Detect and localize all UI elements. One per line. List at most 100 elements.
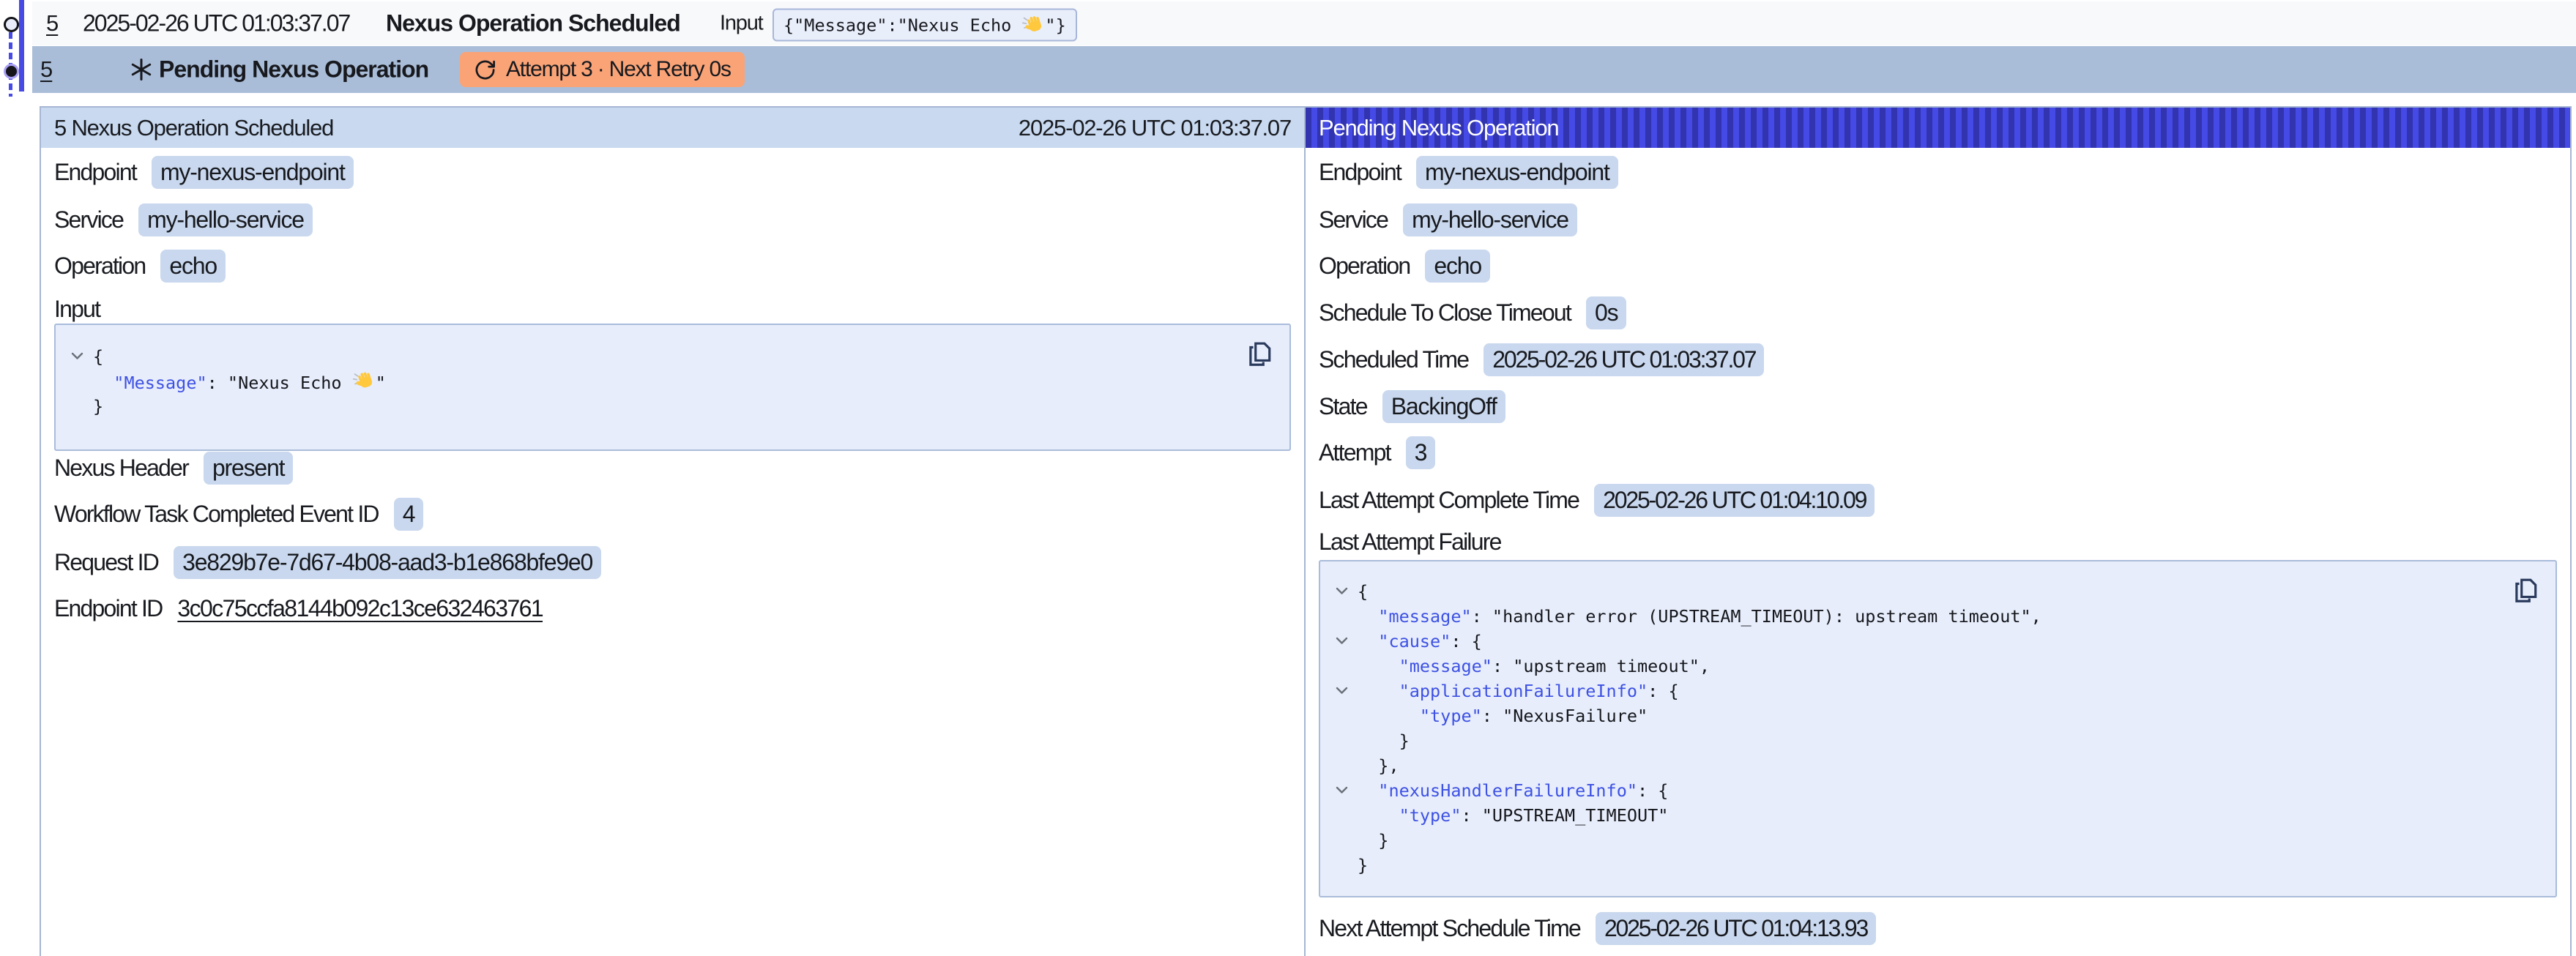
retry-refresh-icon xyxy=(474,59,496,81)
field-label: Last Attempt Complete Time xyxy=(1319,487,1579,514)
code-line: "applicationFailureInfo": { xyxy=(1320,679,2555,703)
right-panel-header: Pending Nexus Operation xyxy=(1306,108,2570,148)
field-label: Schedule To Close Timeout xyxy=(1319,299,1571,326)
copy-button[interactable] xyxy=(2511,577,2540,606)
field-label: Next Attempt Schedule Time xyxy=(1319,915,1580,942)
field-label: Last Attempt Failure xyxy=(1319,529,1501,556)
pending-asterisk-icon xyxy=(130,59,152,81)
code-line: "cause": { xyxy=(1320,629,2555,654)
event-row-pending[interactable]: 5 Pending Nexus Operation Attempt 3 · Ne… xyxy=(32,46,2576,93)
panel-pending-nexus-operation: Pending Nexus Operation Endpoint my-nexu… xyxy=(1304,106,2572,956)
field-value-badge: 4 xyxy=(394,498,424,531)
field-state: State BackingOff xyxy=(1319,390,1505,422)
field-label: Nexus Header xyxy=(54,455,188,482)
code-line: } xyxy=(1320,728,2555,753)
field-task-completed-event-id: Workflow Task Completed Event ID 4 xyxy=(54,498,423,530)
field-label: Service xyxy=(1319,206,1388,234)
event-input-label: Input xyxy=(720,12,763,36)
retry-badge-text: Attempt 3 · Next Retry 0s xyxy=(506,57,731,82)
copy-button[interactable] xyxy=(1245,340,1274,370)
code-line: "message": "upstream timeout", xyxy=(1320,654,2555,679)
field-value-badge: present xyxy=(204,452,293,485)
retry-badge: Attempt 3 · Next Retry 0s xyxy=(460,52,745,87)
field-value-badge: 2025-02-26 UTC 01:03:37.07 xyxy=(1484,343,1764,376)
left-panel-timestamp: 2025-02-26 UTC 01:03:37.07 xyxy=(1019,115,1291,141)
field-label: Scheduled Time xyxy=(1319,346,1468,373)
field-label: Operation xyxy=(1319,253,1410,280)
event-timestamp: 2025-02-26 UTC 01:03:37.07 xyxy=(83,10,349,37)
field-attempt: Attempt 3 xyxy=(1319,436,1435,468)
field-value-badge: echo xyxy=(160,250,226,283)
code-line: "type": "NexusFailure" xyxy=(1320,703,2555,728)
left-panel-title: 5 Nexus Operation Scheduled xyxy=(54,115,333,141)
code-line: "message": "handler error (UPSTREAM_TIME… xyxy=(1320,604,2555,629)
field-value-badge: my-nexus-endpoint xyxy=(152,156,354,189)
event-row-scheduled[interactable]: 5 2025-02-26 UTC 01:03:37.07 Nexus Opera… xyxy=(32,1,2576,45)
code-line: "type": "UPSTREAM_TIMEOUT" xyxy=(1320,803,2555,828)
field-label: Endpoint ID xyxy=(54,595,162,622)
field-label: Request ID xyxy=(54,549,158,576)
left-panel-header: 5 Nexus Operation Scheduled 2025-02-26 U… xyxy=(41,108,1304,148)
copy-icon xyxy=(1246,340,1273,368)
field-value-badge: my-nexus-endpoint xyxy=(1416,156,1618,189)
field-endpoint: Endpoint my-nexus-endpoint xyxy=(54,156,354,188)
field-service: Service my-hello-service xyxy=(54,203,313,236)
field-label: Operation xyxy=(54,253,145,280)
input-code-block: { "Message": "Nexus Echo "} xyxy=(54,324,1291,451)
event-id-link[interactable]: 5 xyxy=(46,10,58,37)
field-label: State xyxy=(1319,393,1367,420)
field-operation: Operation echo xyxy=(1319,250,1490,282)
field-request-id: Request ID 3e829b7e-7d67-4b08-aad3-b1e86… xyxy=(54,546,601,578)
field-value-badge: my-hello-service xyxy=(1403,203,1577,236)
waving-hand-emoji xyxy=(352,369,376,392)
failure-code-block: { "message": "handler error (UPSTREAM_TI… xyxy=(1319,560,2557,897)
field-value-badge: 2025-02-26 UTC 01:04:13.93 xyxy=(1596,912,1876,945)
waving-hand-emoji xyxy=(1021,13,1045,37)
field-last-attempt-failure: Last Attempt Failure xyxy=(1319,526,1501,558)
code-line: }, xyxy=(1320,753,2555,778)
code-line: "Message": "Nexus Echo " xyxy=(56,369,1289,394)
field-scheduled-time: Scheduled Time 2025-02-26 UTC 01:03:37.0… xyxy=(1319,343,1764,376)
pending-id-link[interactable]: 5 xyxy=(40,56,52,83)
right-panel-title: Pending Nexus Operation xyxy=(1319,115,1558,141)
field-endpoint: Endpoint my-nexus-endpoint xyxy=(1319,156,1618,188)
field-nexus-header: Nexus Header present xyxy=(54,452,293,484)
event-marker-scheduled-icon[interactable] xyxy=(4,17,19,32)
field-value-badge: my-hello-service xyxy=(138,203,313,236)
field-endpoint-id: Endpoint ID 3c0c75ccfa8144b092c13ce63246… xyxy=(54,592,543,624)
pending-title: Pending Nexus Operation xyxy=(159,56,428,83)
expand-chevron-icon[interactable] xyxy=(1336,687,1348,695)
field-value-badge: 2025-02-26 UTC 01:04:10.09 xyxy=(1594,484,1875,517)
field-label: Attempt xyxy=(1319,439,1391,466)
code-line: } xyxy=(56,394,1289,419)
field-label: Service xyxy=(54,206,123,234)
timeline-active-bar xyxy=(19,0,24,92)
code-line: } xyxy=(1320,828,2555,853)
endpoint-id-link[interactable]: 3c0c75ccfa8144b092c13ce632463761 xyxy=(177,595,543,622)
copy-icon xyxy=(2512,577,2539,605)
code-line: { xyxy=(56,344,1289,369)
expand-chevron-icon[interactable] xyxy=(71,352,83,360)
code-line: "nexusHandlerFailureInfo": { xyxy=(1320,778,2555,803)
expand-chevron-icon[interactable] xyxy=(1336,786,1348,794)
event-marker-pending-icon[interactable] xyxy=(4,64,19,79)
code-line: { xyxy=(1320,579,2555,604)
field-service: Service my-hello-service xyxy=(1319,203,1577,236)
field-value-badge: 0s xyxy=(1586,296,1626,329)
event-title: Nexus Operation Scheduled xyxy=(386,10,680,37)
code-line: } xyxy=(1320,853,2555,878)
field-label: Input xyxy=(54,296,100,323)
panel-nexus-operation-scheduled: 5 Nexus Operation Scheduled 2025-02-26 U… xyxy=(40,106,1304,956)
event-input-preview-chip[interactable]: {"Message":"Nexus Echo "} xyxy=(773,9,1077,42)
expand-chevron-icon[interactable] xyxy=(1336,637,1348,645)
field-label: Endpoint xyxy=(54,159,136,186)
field-value-badge: BackingOff xyxy=(1382,390,1505,423)
field-label: Workflow Task Completed Event ID xyxy=(54,501,379,528)
field-next-attempt-schedule-time: Next Attempt Schedule Time 2025-02-26 UT… xyxy=(1319,912,1876,944)
field-value-badge: 3e829b7e-7d67-4b08-aad3-b1e868bfe9e0 xyxy=(174,546,601,579)
field-value-badge: 3 xyxy=(1406,436,1436,469)
expand-chevron-icon[interactable] xyxy=(1336,587,1348,595)
field-label: Endpoint xyxy=(1319,159,1401,186)
field-value-badge: echo xyxy=(1425,250,1490,283)
field-input: Input xyxy=(54,293,100,325)
